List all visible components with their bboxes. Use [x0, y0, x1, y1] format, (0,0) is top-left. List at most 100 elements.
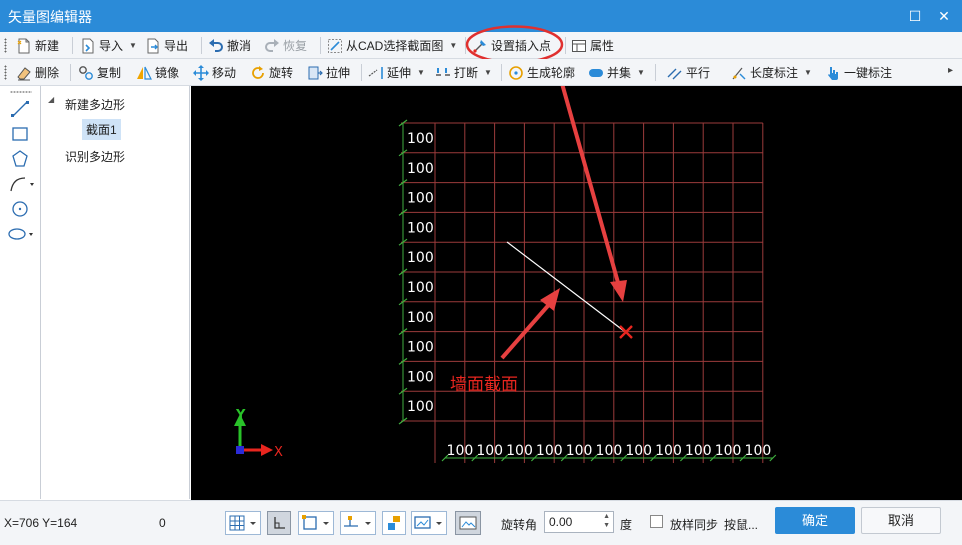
ortho-icon — [274, 517, 285, 529]
maximize-button[interactable]: ☐ — [904, 5, 926, 27]
circle-tool-icon[interactable] — [5, 199, 35, 219]
toolbar-grip[interactable] — [4, 65, 7, 80]
x-axis-arrowhead — [261, 444, 273, 456]
rectangle-tool-icon[interactable] — [5, 124, 35, 144]
snap-object-icon — [302, 515, 329, 530]
properties-button[interactable]: 属性 — [571, 35, 614, 56]
copy-button[interactable]: 复制 — [78, 62, 121, 83]
loft-sync-checkbox[interactable] — [650, 515, 663, 528]
panel-grip[interactable] — [10, 91, 32, 93]
row-dimension-label: 100 — [407, 161, 434, 177]
new-button[interactable]: 新建 — [16, 35, 59, 56]
layer-icon — [388, 516, 400, 530]
spin-down-icon[interactable]: ▼ — [603, 522, 610, 529]
move-icon — [193, 64, 209, 81]
line-tool-icon[interactable] — [5, 99, 35, 119]
properties-icon — [572, 39, 586, 52]
break-caret-icon[interactable]: ▼ — [484, 68, 492, 77]
column-dimension-label: 100 — [476, 443, 503, 459]
expand-toggle-icon[interactable]: ◢ — [48, 95, 54, 104]
union-button[interactable]: 并集 ▼ — [588, 62, 645, 83]
rotation-angle-label: 旋转角 — [501, 518, 538, 532]
undo-button[interactable]: 撤消 — [208, 35, 251, 56]
extend-icon — [368, 66, 383, 79]
grid-toggle-button[interactable] — [225, 511, 261, 535]
column-dimension-label: 100 — [625, 443, 652, 459]
new-label: 新建 — [35, 39, 60, 53]
row-dimension-label: 100 — [407, 340, 434, 356]
mirror-button[interactable]: 镜像 — [136, 62, 179, 83]
ellipse-tool-icon[interactable] — [5, 224, 35, 244]
cancel-button[interactable]: 取消 — [861, 507, 941, 534]
column-dimension-label: 100 — [447, 443, 474, 459]
length-dimension-caret-icon[interactable]: ▼ — [804, 68, 812, 77]
import-button[interactable]: 导入 ▼ — [80, 35, 137, 56]
break-button[interactable]: 打断 ▼ — [435, 62, 492, 83]
polygon-tool-icon[interactable] — [5, 149, 35, 169]
cad-caret-icon[interactable]: ▼ — [449, 41, 457, 50]
column-dimension-label: 100 — [536, 443, 563, 459]
column-dimension-label: 100 — [506, 443, 533, 459]
layer-button[interactable] — [382, 511, 406, 535]
select-from-cad-label: 从CAD选择截面图 — [346, 39, 444, 53]
toolbar-grip[interactable] — [4, 38, 7, 53]
screenshot-button[interactable] — [455, 511, 481, 535]
cursor-coordinates: X=706 Y=164 — [4, 516, 78, 530]
toolbar-overflow-icon[interactable]: ▸ — [948, 65, 953, 76]
row-dimension-label: 100 — [407, 131, 434, 147]
tree-node-recognize-polygon[interactable]: 识别多边形 — [65, 148, 125, 165]
undo-label: 撤消 — [227, 39, 252, 53]
redo-button[interactable]: 恢复 — [264, 35, 307, 56]
ortho-toggle-button[interactable] — [267, 511, 291, 535]
ok-button[interactable]: 确定 — [775, 507, 855, 534]
tree-node-section-1[interactable]: 截面1 — [82, 119, 121, 140]
export-button[interactable]: 导出 — [145, 35, 188, 56]
move-label: 移动 — [212, 66, 237, 80]
copy-icon — [79, 65, 93, 80]
loft-sync-label: 放样同步 — [670, 518, 719, 532]
tree-node-new-polygon[interactable]: 新建多边形 — [65, 96, 125, 113]
grid-icon — [229, 515, 256, 531]
y-axis-label: Y — [235, 408, 246, 423]
generate-contour-button[interactable]: 生成轮廓 — [508, 62, 575, 83]
row-dimension-label: 100 — [407, 369, 434, 385]
delete-label: 删除 — [35, 66, 60, 80]
import-caret-icon[interactable]: ▼ — [129, 41, 137, 50]
delete-button[interactable]: 删除 — [16, 62, 59, 83]
separator — [655, 64, 656, 81]
drawing-canvas[interactable]: 100 100 100 100 100 100 100 100 100 100 100 100 100 1… — [191, 86, 962, 500]
arc-tool-icon[interactable] — [5, 174, 35, 194]
rotate-button[interactable]: 旋转 — [250, 62, 293, 83]
length-dimension-button[interactable]: 长度标注 ▼ — [731, 62, 812, 83]
display-mode-button[interactable] — [411, 511, 447, 535]
one-click-dimension-button[interactable]: 一键标注 — [825, 62, 892, 83]
annotation-arrow — [500, 298, 555, 360]
stretch-button[interactable]: 拉伸 — [307, 62, 350, 83]
row-dimension-label: 100 — [407, 280, 434, 296]
axis-origin — [236, 446, 244, 454]
rotation-angle-value[interactable]: 0.00 — [549, 515, 572, 529]
snap-point-button[interactable] — [340, 511, 376, 535]
column-dimension-label: 100 — [715, 443, 742, 459]
separator — [501, 64, 502, 81]
union-caret-icon[interactable]: ▼ — [637, 68, 645, 77]
close-button[interactable]: ✕ — [933, 5, 955, 27]
snap-object-button[interactable] — [298, 511, 334, 535]
rotation-angle-spinbox[interactable]: 0.00 ▲ ▼ — [544, 511, 614, 533]
break-label: 打断 — [454, 66, 479, 80]
spin-up-icon[interactable]: ▲ — [603, 513, 610, 520]
redo-icon — [265, 38, 279, 52]
extend-caret-icon[interactable]: ▼ — [417, 68, 425, 77]
separator — [320, 37, 321, 54]
contour-icon — [509, 65, 523, 80]
import-label: 导入 — [99, 39, 124, 53]
parallel-button[interactable]: 平行 — [667, 62, 710, 83]
separator — [201, 37, 202, 54]
select-from-cad-button[interactable]: 从CAD选择截面图 ▼ — [327, 35, 457, 56]
move-button[interactable]: 移动 — [193, 62, 236, 83]
insert-point-arrowhead — [610, 280, 627, 302]
parallel-icon — [667, 68, 682, 79]
row-dimension-label: 100 — [407, 191, 434, 207]
hand-pointer-icon — [828, 66, 838, 80]
extend-button[interactable]: 延伸 ▼ — [368, 62, 425, 83]
